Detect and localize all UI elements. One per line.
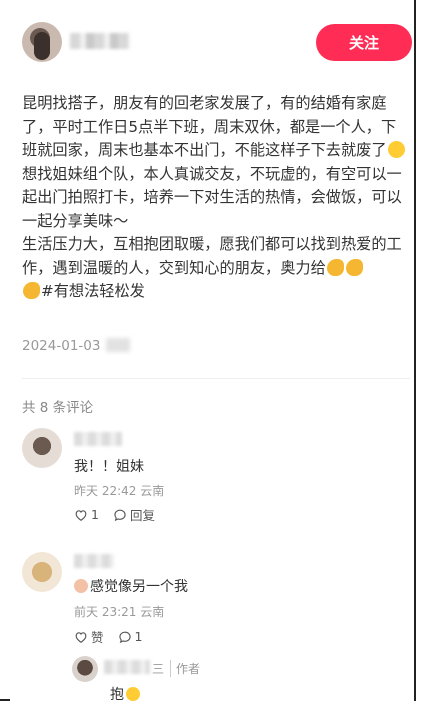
reply-button[interactable]: 1 — [118, 629, 143, 644]
like-count: 1 — [91, 507, 99, 522]
reply-count: 1 — [134, 629, 143, 644]
reply-button[interactable]: 回复 — [113, 505, 155, 524]
comment-meta: 前天 23:21 云南 — [74, 605, 165, 619]
heart-icon — [75, 631, 87, 643]
comment-text: 感觉像另一个我 — [74, 576, 188, 596]
follow-button[interactable]: 关注 — [316, 24, 412, 61]
author-badge: 作者 — [170, 660, 200, 677]
post-hashtag[interactable]: #有想法轻松发 — [41, 282, 145, 300]
heart-icon — [75, 509, 87, 521]
post-paragraph-1: 昆明找搭子，朋友有的回老家发展了，有的结婚有家庭了，平时工作日5点半下班，周末双… — [22, 92, 408, 163]
comment-meta: 昨天 22:42 云南 — [74, 484, 165, 498]
commenter-name-blurred[interactable] — [74, 554, 114, 568]
like-label: 赞 — [91, 630, 104, 645]
commenter-avatar[interactable] — [22, 552, 62, 592]
comment-actions: 1 回复 — [74, 505, 155, 524]
comment-bubble-icon — [118, 631, 131, 643]
reply-label: 回复 — [129, 508, 155, 523]
comment-count: 共 8 条评论 — [22, 400, 94, 416]
flexed-biceps-icon — [326, 258, 344, 276]
commenter-avatar[interactable] — [22, 428, 62, 468]
name-suffix: 三 — [152, 662, 165, 676]
comment-actions: 赞 1 — [74, 627, 142, 646]
post-date: 2024-01-03 — [22, 338, 131, 354]
author-tag: 三作者 — [152, 660, 200, 677]
hug-emoji-icon — [126, 687, 140, 701]
reply-text: 抱 — [110, 684, 140, 701]
like-button[interactable]: 1 — [74, 507, 99, 522]
divider — [22, 378, 410, 379]
flexed-biceps-icon — [23, 282, 40, 299]
laughing-emoji-icon — [387, 141, 405, 158]
comment-text: 我！！姐妹 — [74, 459, 144, 475]
replier-name-blurred[interactable] — [104, 660, 150, 674]
post-header: 关注 — [0, 0, 414, 86]
replier-avatar[interactable] — [72, 656, 98, 682]
post-paragraph-2: 想找姐妹组个队，本人真诚交友，不玩虚的，有空可以一起出门拍照打卡，培养一下对生活… — [22, 164, 402, 230]
like-button[interactable]: 赞 — [74, 627, 104, 646]
location-blurred — [106, 338, 131, 352]
comment-bubble-icon — [114, 509, 126, 521]
screenshot-border-right — [414, 0, 416, 701]
author-name-blurred[interactable] — [70, 33, 130, 49]
flexed-biceps-icon — [345, 258, 363, 276]
post-body: 昆明找搭子，朋友有的回老家发展了，有的结婚有家庭了，平时工作日5点半下班，周末双… — [22, 92, 408, 304]
pig-emoji-icon — [74, 579, 88, 593]
author-avatar[interactable] — [22, 22, 62, 62]
post-paragraph-3: 生活压力大，互相抱团取暖，愿我们都可以找到热爱的工作，遇到温暖的人，交到知心的朋… — [22, 235, 402, 300]
commenter-name-blurred[interactable] — [74, 432, 122, 446]
